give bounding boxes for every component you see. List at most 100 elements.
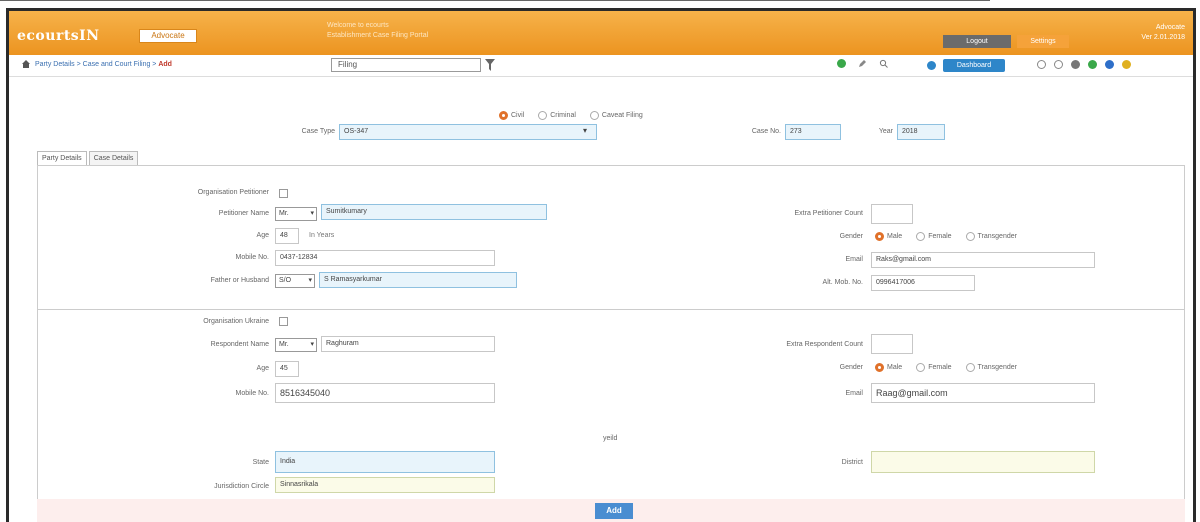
petitioner-alt-mobile-label: Alt. Mob. No. [822, 279, 863, 286]
petitioner-gender-female-label: Female [928, 233, 952, 240]
respondent-gender-male[interactable]: Male [875, 363, 902, 372]
respondent-org-checkbox[interactable] [279, 317, 288, 326]
radio-civil[interactable]: Civil [499, 111, 524, 120]
header-banner: Welcome to ecourts Establishment Case Fi… [327, 21, 428, 41]
petitioner-gender-trans-dot[interactable] [965, 232, 975, 241]
tab-party-details[interactable]: Party Details [37, 151, 87, 165]
case-category-radios: Civil Criminal Caveat Filing [499, 111, 643, 120]
radio-civil-label: Civil [511, 112, 525, 119]
respondent-name-input[interactable]: Raghuram [321, 336, 495, 352]
state-label: State [252, 459, 269, 466]
respondent-extra-count-input[interactable] [871, 334, 913, 354]
radio-civil-dot[interactable] [499, 111, 508, 120]
radio-caveat-label: Caveat Filing [601, 112, 643, 119]
respondent-extra-count-label: Extra Respondent Count [786, 341, 863, 348]
user-role: Advocate [1155, 24, 1185, 31]
respondent-age-label: Age [256, 365, 269, 372]
case-no-input[interactable]: 273 [785, 124, 841, 140]
case-type-dropdown-icon[interactable]: ▾ [583, 126, 587, 135]
case-type-select[interactable]: OS-347 [339, 124, 597, 140]
petitioner-gender-female-dot[interactable] [916, 232, 926, 241]
district-input[interactable] [871, 451, 1095, 473]
respondent-age-input[interactable]: 45 [275, 361, 299, 377]
petitioner-age-unit: In Years [309, 232, 335, 239]
petitioner-gender-male[interactable]: Male [875, 232, 902, 241]
user-info: Advocate Ver 2.01.2018 [1101, 23, 1185, 43]
search-icon[interactable] [879, 59, 888, 68]
tab-strip: Party Details Case Details [37, 151, 140, 165]
respondent-email-label: Email [845, 390, 863, 397]
case-type-label: Case Type [301, 128, 335, 135]
respondent-gender-male-label: Male [887, 364, 903, 371]
petitioner-gender-trans-label: Transgender [977, 233, 1017, 240]
petitioner-relation-select[interactable]: S/O [275, 274, 315, 288]
respondent-gender-radios: Male Female Transgender [875, 363, 1017, 372]
case-no-label: Case No. [751, 128, 781, 135]
respondent-gender-trans[interactable]: Transgender [965, 363, 1017, 372]
home-icon[interactable] [21, 59, 31, 69]
refresh-icon[interactable] [837, 59, 846, 68]
tab-case-details[interactable]: Case Details [88, 151, 139, 165]
petitioner-gender-trans[interactable]: Transgender [965, 232, 1017, 241]
petitioner-gender-female[interactable]: Female [916, 232, 952, 241]
add-button[interactable]: Add [595, 503, 633, 519]
petitioner-father-label: Father or Husband [210, 277, 269, 284]
status-icon-5[interactable] [1105, 60, 1114, 69]
respondent-gender-female-label: Female [928, 364, 952, 371]
petitioner-gender-male-dot[interactable] [875, 232, 884, 241]
petitioner-father-input[interactable]: S Ramasyarkumar [319, 272, 517, 288]
status-icon-2[interactable] [1054, 60, 1063, 69]
status-icon-6[interactable] [1122, 60, 1131, 69]
petitioner-extra-count-label: Extra Petitioner Count [794, 210, 863, 217]
respondent-email-input[interactable]: Raag@gmail.com [871, 383, 1095, 403]
petitioner-name-label: Petitioner Name [218, 210, 269, 217]
status-icon-4[interactable] [1088, 60, 1097, 69]
radio-criminal-dot[interactable] [538, 111, 548, 120]
petitioner-mobile-input[interactable]: 0437-12834 [275, 250, 495, 266]
respondent-salutation-select[interactable]: Mr. [275, 338, 317, 352]
section-divider [37, 309, 1185, 310]
respondent-gender-trans-label: Transgender [977, 364, 1017, 371]
radio-caveat[interactable]: Caveat Filing [589, 111, 643, 120]
petitioner-alt-mobile-input[interactable]: 0996417006 [871, 275, 975, 291]
petitioner-extra-count-input[interactable] [871, 204, 913, 224]
edit-icon[interactable] [858, 59, 867, 68]
petitioner-org-checkbox[interactable] [279, 189, 288, 198]
petitioner-org-label: Organisation Petitioner [197, 189, 269, 196]
radio-criminal-label: Criminal [550, 112, 576, 119]
respondent-gender-trans-dot[interactable] [965, 363, 975, 372]
banner-line-2: Establishment Case Filing Portal [327, 32, 429, 39]
settings-button[interactable]: Settings [1017, 35, 1069, 48]
petitioner-gender-radios: Male Female Transgender [875, 232, 1017, 241]
eye-icon[interactable] [927, 61, 936, 70]
breadcrumb-bar: Party Details > Case and Court Filing > … [9, 55, 1193, 77]
breadcrumb[interactable]: Party Details > Case and Court Filing > … [35, 61, 172, 68]
respondent-gender-male-dot[interactable] [875, 363, 884, 372]
radio-criminal[interactable]: Criminal [538, 111, 576, 120]
petitioner-email-label: Email [845, 256, 863, 263]
breadcrumb-path[interactable]: Party Details > Case and Court Filing > [35, 61, 158, 68]
respondent-mobile-input[interactable]: 8516345040 [275, 383, 495, 403]
petitioner-gender-label: Gender [839, 233, 863, 240]
petitioner-name-input[interactable]: Sumitkumary [321, 204, 547, 220]
top-rule [0, 0, 990, 1]
dashboard-button[interactable]: Dashboard [943, 59, 1005, 72]
breadcrumb-current: Add [158, 61, 172, 68]
status-icon-3[interactable] [1071, 60, 1080, 69]
respondent-org-label: Organisation Ukraine [203, 318, 269, 325]
year-input[interactable]: 2018 [897, 124, 945, 140]
petitioner-age-input[interactable]: 48 [275, 228, 299, 244]
logout-button[interactable]: Logout [943, 35, 1011, 48]
petitioner-email-input[interactable]: Raks@gmail.com [871, 252, 1095, 268]
user-version: Ver 2.01.2018 [1141, 34, 1185, 41]
respondent-gender-female[interactable]: Female [916, 363, 952, 372]
section-label: yeild [603, 435, 618, 442]
status-icon-1[interactable] [1037, 60, 1046, 69]
radio-caveat-dot[interactable] [589, 111, 599, 120]
filter-input[interactable]: Filing [331, 58, 481, 72]
funnel-icon[interactable] [485, 59, 495, 71]
state-input[interactable]: India [275, 451, 495, 473]
petitioner-salutation-select[interactable]: Mr. [275, 207, 317, 221]
jurisdiction-input[interactable]: Sinnasrikala [275, 477, 495, 493]
respondent-gender-female-dot[interactable] [916, 363, 926, 372]
